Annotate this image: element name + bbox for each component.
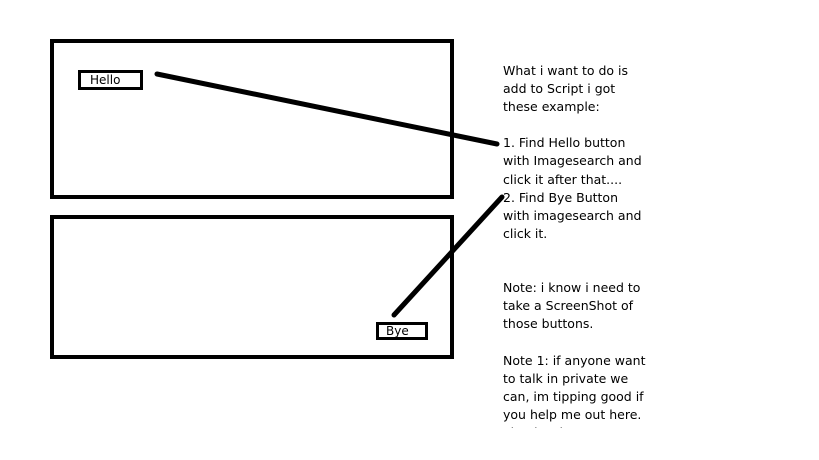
bye-button[interactable]: Bye bbox=[376, 322, 428, 340]
instruction-note: What i want to do is add to Script i got… bbox=[503, 63, 646, 428]
top-window-panel bbox=[50, 39, 454, 199]
hello-button[interactable]: Hello bbox=[78, 70, 143, 90]
